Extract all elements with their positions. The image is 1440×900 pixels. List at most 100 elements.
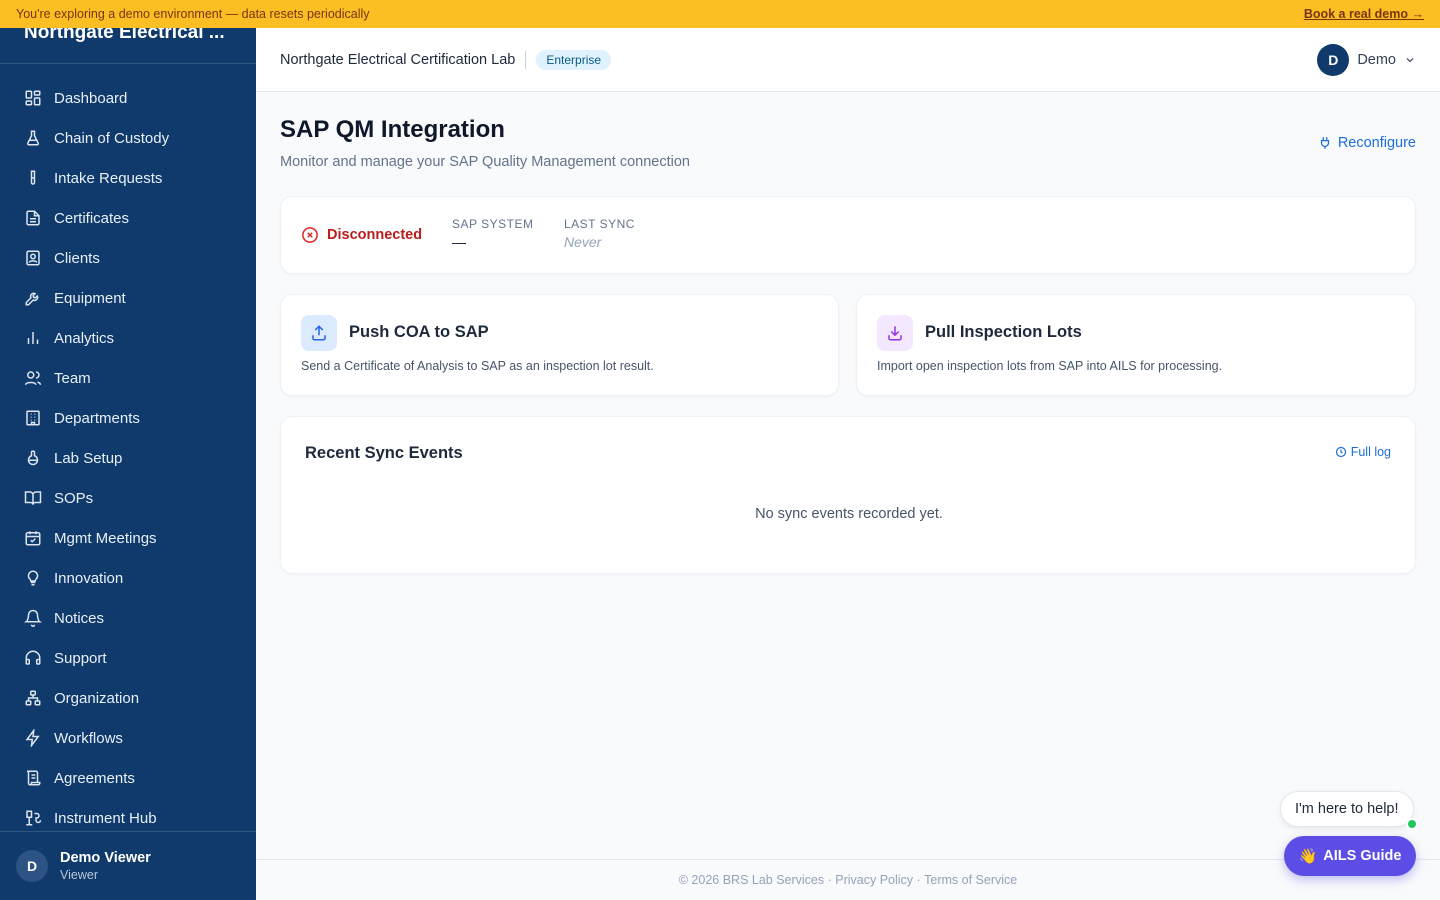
sidebar-item-chain-of-custody[interactable]: Chain of Custody	[0, 118, 256, 158]
sidebar-user-info: Demo Viewer Viewer	[60, 850, 151, 882]
push-coa-card[interactable]: Push COA to SAP Send a Certificate of An…	[280, 294, 839, 396]
sidebar-item-label: Analytics	[54, 329, 115, 347]
reconfigure-label: Reconfigure	[1337, 135, 1416, 151]
push-coa-description: Send a Certificate of Analysis to SAP as…	[301, 359, 654, 373]
full-log-label: Full log	[1350, 445, 1391, 459]
org-name[interactable]: Northgate Electrical ...	[24, 28, 232, 44]
sidebar-item-equipment[interactable]: Equipment	[0, 278, 256, 318]
copyright: © 2026 BRS Lab Services	[678, 873, 825, 887]
status-text: Disconnected	[327, 227, 423, 243]
book-icon	[24, 491, 42, 505]
plan-badge: Enterprise	[536, 49, 612, 70]
avatar: D	[16, 850, 48, 882]
sidebar-user[interactable]: D Demo Viewer Viewer	[0, 831, 256, 900]
account-name: Demo	[1357, 52, 1396, 68]
user-name: Demo Viewer	[60, 850, 151, 866]
full-log-link[interactable]: Full log	[1335, 445, 1391, 459]
sidebar-item-analytics[interactable]: Analytics	[0, 318, 256, 358]
instrument-icon	[26, 810, 42, 826]
status-badge: Disconnected	[301, 226, 422, 244]
sap-system-field: SAP SYSTEM —	[452, 217, 533, 250]
last-sync-value: Never	[564, 234, 602, 250]
sidebar-item-label: Workflows	[54, 729, 123, 747]
pull-lots-title: Pull Inspection Lots	[925, 323, 1082, 341]
sidebar-item-lab-setup[interactable]: Lab Setup	[0, 438, 256, 478]
sidebar-item-label: Clients	[54, 249, 100, 267]
ails-guide-button[interactable]: 👋 AILS Guide	[1284, 836, 1416, 876]
sidebar-item-label: Intake Requests	[54, 169, 163, 187]
sidebar-item-intake-requests[interactable]: Intake Requests	[0, 158, 256, 198]
sidebar-item-label: Instrument Hub	[54, 809, 157, 827]
sidebar-item-label: Departments	[54, 409, 140, 427]
lightning-icon	[25, 729, 40, 747]
sidebar-item-dashboard[interactable]: Dashboard	[0, 78, 256, 118]
sap-system-value: —	[452, 234, 466, 250]
calendar-check-icon	[25, 531, 41, 546]
upload-icon	[312, 325, 326, 341]
sidebar-item-label: Innovation	[54, 569, 124, 587]
top-bar: Northgate Electrical Certification Lab E…	[256, 28, 1440, 92]
demo-banner: You're exploring a demo environment — da…	[0, 0, 1440, 28]
sidebar-item-workflows[interactable]: Workflows	[0, 718, 256, 758]
sidebar-item-label: Mgmt Meetings	[54, 529, 157, 547]
sidebar-item-support[interactable]: Support	[0, 638, 256, 678]
sidebar-item-departments[interactable]: Departments	[0, 398, 256, 438]
x-circle-icon	[302, 227, 318, 243]
sap-system-label: SAP SYSTEM	[452, 217, 534, 231]
dashboard-icon	[25, 90, 41, 106]
push-coa-icon-box	[301, 315, 337, 351]
push-coa-title: Push COA to SAP	[349, 323, 489, 341]
pull-lots-description: Import open inspection lots from SAP int…	[877, 359, 1223, 373]
contact-card-icon	[26, 250, 40, 266]
sidebar-item-label: Lab Setup	[54, 449, 123, 467]
last-sync-field: LAST SYNC Never	[564, 217, 635, 250]
org-chart-icon	[25, 690, 41, 706]
sidebar-divider	[0, 63, 256, 64]
clock-icon	[1335, 446, 1346, 458]
book-demo-link[interactable]: Book a real demo →	[1304, 7, 1424, 21]
sidebar-item-sops[interactable]: SOPs	[0, 478, 256, 518]
page-title: SAP QM Integration	[280, 116, 505, 143]
plug-icon	[1320, 137, 1329, 149]
empty-state-text: No sync events recorded yet.	[755, 506, 943, 522]
scroll-icon	[26, 770, 41, 786]
user-role: Viewer	[60, 868, 98, 882]
sidebar-item-notices[interactable]: Notices	[0, 598, 256, 638]
flask-icon	[26, 130, 40, 146]
building-icon	[26, 410, 40, 426]
sidebar-item-clients[interactable]: Clients	[0, 238, 256, 278]
reconfigure-button[interactable]: Reconfigure	[1318, 135, 1416, 151]
online-indicator	[1406, 818, 1418, 830]
last-sync-label: LAST SYNC	[564, 217, 635, 231]
recent-sync-events-card: Recent Sync Events Full log No sync even…	[280, 416, 1416, 574]
lightbulb-icon	[27, 570, 39, 586]
sidebar-item-team[interactable]: Team	[0, 358, 256, 398]
connection-status-card: Disconnected SAP SYSTEM — LAST SYNC Neve…	[280, 196, 1416, 274]
help-bubble[interactable]: I'm here to help!	[1280, 791, 1414, 827]
sidebar-item-label: Support	[54, 649, 107, 667]
sidebar-item-mgmt-meetings[interactable]: Mgmt Meetings	[0, 518, 256, 558]
footer-separator: ·	[913, 873, 925, 887]
privacy-policy-link[interactable]: Privacy Policy	[835, 873, 913, 887]
headset-icon	[25, 650, 41, 665]
sidebar-item-organization[interactable]: Organization	[0, 678, 256, 718]
sidebar-item-label: Equipment	[54, 289, 126, 307]
sidebar-item-innovation[interactable]: Innovation	[0, 558, 256, 598]
sidebar-item-certificates[interactable]: Certificates	[0, 198, 256, 238]
demo-banner-text: You're exploring a demo environment — da…	[16, 7, 370, 21]
sidebar-item-label: Team	[54, 369, 91, 387]
sidebar-nav: Dashboard Chain of Custody Intake Reques…	[0, 78, 256, 838]
sidebar-item-label: Organization	[54, 689, 140, 707]
test-tube-icon	[30, 170, 36, 185]
terms-of-service-link[interactable]: Terms of Service	[924, 873, 1017, 887]
sidebar-item-agreements[interactable]: Agreements	[0, 758, 256, 798]
sidebar-item-label: Agreements	[54, 769, 135, 787]
sidebar: Northgate Electrical ... Dashboard Chain…	[0, 28, 256, 900]
sidebar-item-label: Notices	[54, 609, 105, 627]
chevron-down-icon	[1406, 58, 1414, 63]
sidebar-item-label: Certificates	[54, 209, 130, 227]
lab-name: Northgate Electrical Certification Lab	[280, 51, 516, 68]
pull-inspection-lots-card[interactable]: Pull Inspection Lots Import open inspect…	[856, 294, 1416, 396]
account-menu[interactable]: D Demo	[1317, 44, 1416, 76]
sidebar-item-label: Dashboard	[54, 89, 128, 107]
